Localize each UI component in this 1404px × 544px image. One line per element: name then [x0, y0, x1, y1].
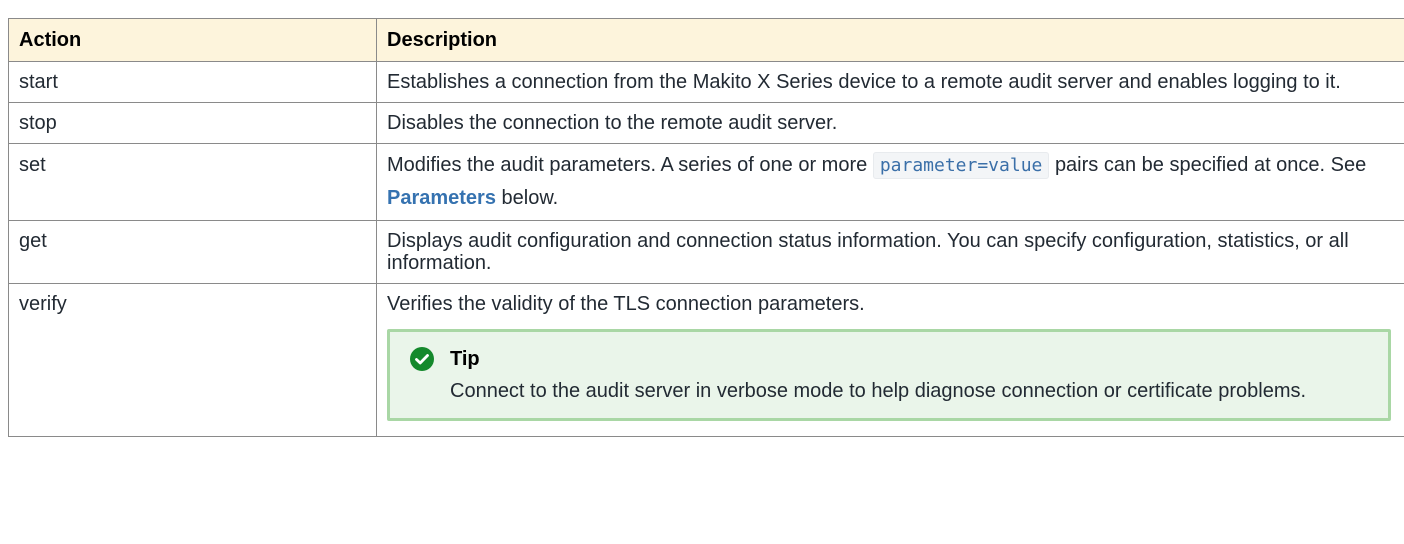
action-cell: set [8, 143, 377, 221]
actions-table: Action Description start Establishes a c… [8, 18, 1404, 437]
description-text: below. [501, 187, 559, 209]
description-text: Verifies the validity of the TLS connect… [387, 293, 865, 315]
action-cell: get [8, 220, 377, 284]
description-cell: Verifies the validity of the TLS connect… [376, 283, 1404, 437]
table-row: set Modifies the audit parameters. A ser… [8, 143, 1404, 221]
column-header-description: Description [376, 18, 1404, 62]
tip-body: Connect to the audit server in verbose m… [450, 380, 1307, 402]
tip-title: Tip [450, 348, 480, 370]
parameters-link[interactable]: Parameters [387, 187, 496, 209]
table-row: get Displays audit configuration and con… [8, 220, 1404, 284]
description-cell: Establishes a connection from the Makito… [376, 61, 1404, 103]
action-cell: verify [8, 283, 377, 437]
description-text: Modifies the audit parameters. A series … [387, 154, 868, 176]
table-header-row: Action Description [8, 18, 1404, 62]
check-circle-icon [410, 347, 434, 371]
table-row: verify Verifies the validity of the TLS … [8, 283, 1404, 437]
description-text: pairs can be specified at once. See [1054, 154, 1367, 176]
column-header-action: Action [8, 18, 377, 62]
table-row: stop Disables the connection to the remo… [8, 102, 1404, 144]
tip-header: Tip [410, 346, 1374, 372]
description-cell: Modifies the audit parameters. A series … [376, 143, 1404, 221]
table-row: start Establishes a connection from the … [8, 61, 1404, 103]
action-cell: start [8, 61, 377, 103]
tip-panel: Tip Connect to the audit server in verbo… [387, 329, 1391, 421]
action-cell: stop [8, 102, 377, 144]
inline-code: parameter=value [872, 152, 1050, 179]
description-cell: Displays audit configuration and connect… [376, 220, 1404, 284]
description-cell: Disables the connection to the remote au… [376, 102, 1404, 144]
